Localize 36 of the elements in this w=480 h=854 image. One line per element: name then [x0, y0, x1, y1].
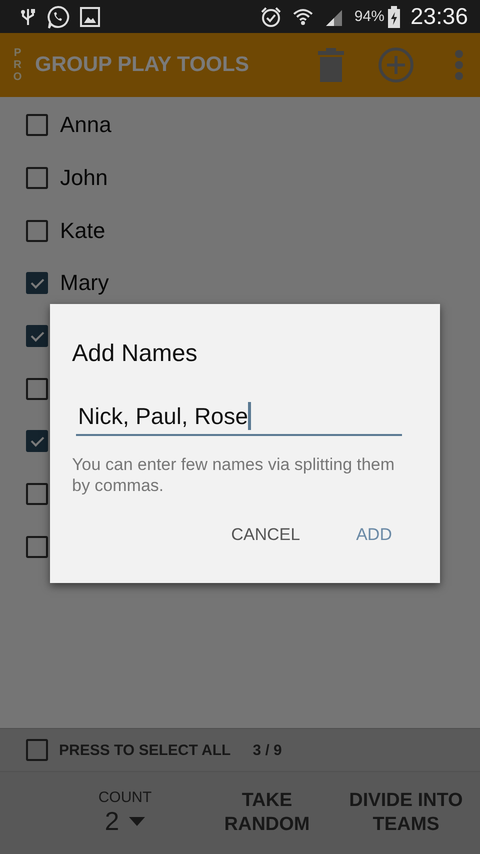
- checkbox[interactable]: [26, 739, 48, 761]
- text-cursor: [248, 402, 252, 430]
- cancel-button[interactable]: CANCEL: [221, 518, 310, 550]
- alarm-clock-icon: [260, 6, 282, 28]
- checkbox[interactable]: [26, 272, 48, 294]
- action-button[interactable]: DIVIDE INTO TEAMS: [346, 789, 466, 837]
- checkbox[interactable]: [26, 114, 48, 136]
- select-all-label[interactable]: PRESS TO SELECT ALL: [59, 742, 231, 758]
- app-title: GROUP PLAY TOOLS: [35, 53, 250, 77]
- pro-label: PRO: [12, 46, 23, 84]
- checkbox[interactable]: [26, 536, 48, 558]
- checkbox[interactable]: [26, 483, 48, 506]
- name-label: John: [60, 165, 108, 192]
- clock-time: 23:36: [410, 3, 468, 30]
- selected-counter: 3 / 9: [252, 742, 282, 758]
- name-label: Kate: [60, 218, 106, 244]
- count-dropdown[interactable]: 2: [104, 806, 146, 837]
- usb-icon: [20, 6, 36, 26]
- phone-bubble-icon: [46, 4, 70, 28]
- helper-text: You can enter few names via splitting them by commas.: [72, 454, 396, 496]
- count-label: COUNT: [98, 789, 152, 806]
- action-button[interactable]: TAKE RANDOM: [208, 789, 326, 837]
- add-button[interactable]: ADD: [346, 518, 402, 550]
- checkbox[interactable]: [26, 325, 48, 348]
- checkbox[interactable]: [26, 378, 48, 400]
- dropdown-caret-icon: [129, 816, 146, 826]
- name-label: Anna: [60, 112, 112, 138]
- checkbox[interactable]: [26, 220, 48, 242]
- checkbox[interactable]: [26, 430, 48, 452]
- input-field[interactable]: Nick, Paul, Rose: [76, 402, 402, 436]
- checkbox[interactable]: [26, 167, 48, 190]
- battery-percent: 94%: [354, 8, 384, 25]
- name-label: Mary: [60, 270, 109, 296]
- dialog-title: Add Names: [72, 340, 198, 368]
- image-icon: [80, 6, 100, 26]
- battery-charging-icon: [388, 6, 400, 28]
